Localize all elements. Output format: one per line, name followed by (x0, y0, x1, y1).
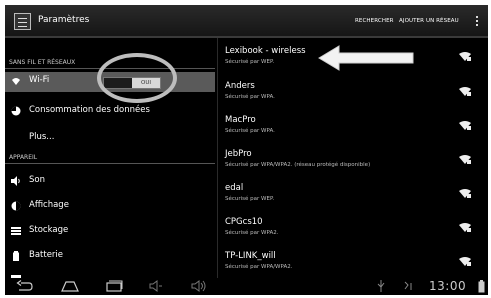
settings-app-icon[interactable] (14, 13, 31, 30)
overflow-menu-icon[interactable] (475, 16, 479, 28)
wifi-signal-lock-icon (459, 87, 471, 96)
display-icon (11, 201, 21, 211)
sidebar-item-label: Batterie (29, 250, 64, 260)
sync-icon (404, 281, 412, 290)
add-network-button[interactable]: AJOUTER UN RÉSEAU (399, 18, 459, 24)
action-bar: Paramètres RECHERCHER AJOUTER UN RÉSEAU (5, 5, 488, 38)
volume-up-icon[interactable] (191, 280, 207, 292)
network-security: Sécurisé par WPA. (225, 94, 275, 100)
back-icon[interactable] (15, 280, 33, 292)
network-security: Sécurisé par WEP. (225, 59, 275, 65)
network-item[interactable]: edal Sécurisé par WEP. (225, 183, 488, 215)
sidebar-item-sound[interactable]: Son (5, 172, 215, 192)
home-icon[interactable] (61, 280, 79, 292)
network-security: Sécurisé par WPA/WPA2. (réseau protégé d… (225, 162, 371, 168)
network-ssid: edal (225, 183, 244, 193)
sidebar-item-battery[interactable]: Batterie (5, 247, 215, 267)
network-security: Sécurisé par WEP. (225, 196, 275, 202)
network-item[interactable]: MacPro Sécurisé par WPA. (225, 115, 488, 147)
recent-apps-icon[interactable] (105, 280, 123, 292)
network-ssid: Lexibook - wireless (225, 46, 306, 56)
battery-icon (11, 251, 21, 261)
wifi-signal-lock-icon (459, 189, 471, 198)
data-usage-icon (11, 106, 21, 116)
search-button[interactable]: RECHERCHER (355, 18, 394, 24)
sound-icon (11, 176, 21, 186)
sidebar-item-label: Affichage (29, 200, 69, 210)
status-clock: 13:00 (429, 279, 467, 293)
section-header-device: APPAREIL (9, 154, 38, 161)
sidebar-item-label: Consommation des données (29, 105, 150, 115)
sidebar-item-label: Son (29, 175, 45, 185)
network-security: Sécurisé par WPA. (225, 128, 275, 134)
battery-status-icon (478, 280, 485, 293)
network-item[interactable]: Anders Sécurisé par WPA. (225, 81, 488, 113)
sidebar-item-storage[interactable]: Stockage (5, 222, 215, 242)
sidebar-item-label: Stockage (29, 225, 69, 235)
sidebar-item-display[interactable]: Affichage (5, 197, 215, 217)
wifi-signal-lock-icon (459, 52, 471, 61)
wifi-signal-lock-icon (459, 155, 471, 164)
network-ssid: Anders (225, 81, 255, 91)
volume-down-icon[interactable] (149, 280, 163, 292)
storage-icon (11, 226, 21, 236)
annotation-arrow (318, 45, 414, 71)
section-divider (5, 163, 215, 164)
wifi-signal-lock-icon (459, 121, 471, 130)
sidebar-item-label: Plus... (29, 132, 55, 142)
wifi-signal-lock-icon (459, 223, 471, 232)
network-security: Sécurisé par WPA/WPA2. (225, 264, 293, 270)
wifi-signal-lock-icon (459, 257, 471, 266)
pane-divider (217, 38, 218, 278)
network-ssid: CPGcs10 (225, 217, 263, 227)
tablet-screen: Paramètres RECHERCHER AJOUTER UN RÉSEAU … (5, 5, 488, 295)
section-header-wireless: SANS FIL ET RÉSEAUX (9, 59, 76, 66)
app-title: Paramètres (38, 15, 90, 25)
network-security: Sécurisé par WPA2. (225, 230, 279, 236)
sidebar-item-label: Wi-Fi (29, 75, 50, 85)
sidebar-item-more[interactable]: Plus... (5, 129, 215, 149)
sidebar-item-data-usage[interactable]: Consommation des données (5, 102, 215, 122)
network-ssid: MacPro (225, 115, 256, 125)
usb-icon (377, 280, 385, 292)
network-item[interactable]: CPGcs10 Sécurisé par WPA2. (225, 217, 488, 249)
wifi-icon (11, 76, 21, 86)
network-item[interactable]: JebPro Sécurisé par WPA/WPA2. (réseau pr… (225, 149, 488, 181)
annotation-circle (97, 53, 177, 103)
system-bar: 13:00 (5, 278, 488, 295)
network-ssid: JebPro (225, 149, 252, 159)
network-ssid: TP-LINK_will (225, 251, 276, 261)
